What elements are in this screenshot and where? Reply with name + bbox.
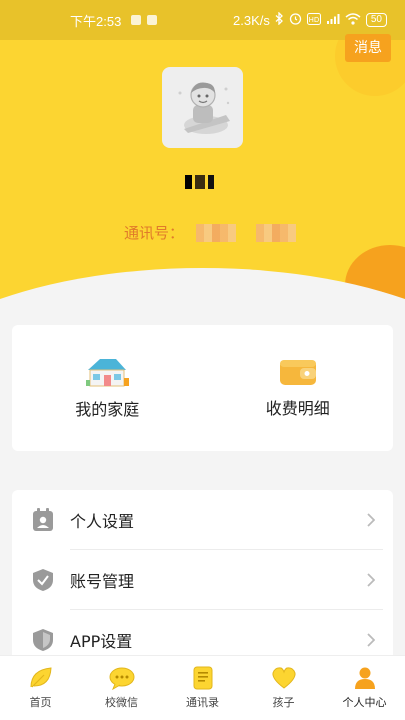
person-icon: [354, 667, 375, 689]
my-family-button[interactable]: 我的家庭: [12, 325, 203, 451]
list-item-account-management[interactable]: 账号管理: [12, 550, 393, 610]
messages-button[interactable]: 消息: [345, 34, 391, 62]
status-time: 下午2:53: [70, 13, 122, 29]
tab-children-label: 孩子: [272, 696, 295, 709]
notification-icon-2: [147, 15, 158, 25]
contacts-book-icon: [193, 666, 212, 690]
tab-personal-center-label: 个人中心: [342, 696, 387, 709]
hd-icon: HD: [306, 12, 321, 28]
wallet-icon: [279, 360, 316, 385]
tab-contacts-label: 通讯录: [186, 696, 219, 709]
house-icon: [86, 359, 130, 387]
tab-school-wechat[interactable]: 校微信: [81, 656, 162, 720]
user-name-redacted: [185, 174, 225, 190]
list-item-app-settings[interactable]: APP设置: [12, 610, 393, 660]
tab-home-label: 首页: [29, 696, 52, 709]
notification-icon: [131, 15, 142, 25]
bottom-tab-bar: 首页 校微信 通讯录 孩子 个人中心: [0, 655, 405, 720]
leaf-icon: [30, 667, 52, 688]
fee-details-button[interactable]: 收费明细: [203, 325, 394, 451]
cartoon-boy-avatar-icon: [178, 81, 230, 134]
account-number-redacted: [196, 223, 297, 242]
personal-settings-label: 个人设置: [70, 512, 135, 531]
account-management-label: 账号管理: [70, 572, 135, 591]
list-item-personal-settings[interactable]: 个人设置: [12, 490, 393, 550]
tab-children[interactable]: 孩子: [243, 656, 324, 720]
wifi-icon: [345, 12, 361, 28]
alarm-icon: [289, 12, 302, 28]
avatar[interactable]: [162, 67, 243, 148]
calendar-person-icon: [32, 508, 54, 532]
quick-actions-card: 我的家庭 收费明细: [12, 325, 393, 451]
settings-list-card: 个人设置 账号管理 APP设置: [12, 490, 393, 660]
tab-home[interactable]: 首页: [0, 656, 81, 720]
battery-indicator: 50: [365, 13, 387, 27]
my-family-label: 我的家庭: [75, 400, 140, 419]
shield-icon: [32, 628, 54, 652]
svg-text:HD: HD: [309, 16, 320, 24]
signal-icon: [326, 13, 340, 28]
tab-school-wechat-label: 校微信: [105, 696, 138, 709]
app-settings-label: APP设置: [70, 632, 133, 651]
header-curve: [0, 268, 405, 300]
chat-bubble-icon: [109, 667, 134, 690]
shield-check-icon: [32, 568, 54, 592]
network-speed: 2.3K/s: [233, 12, 270, 28]
heart-icon: [271, 667, 296, 689]
chevron-right-icon: [367, 572, 376, 591]
bluetooth-icon: [275, 11, 284, 28]
account-label: 通讯号：: [124, 224, 185, 242]
chevron-right-icon: [367, 632, 376, 651]
tab-contacts[interactable]: 通讯录: [162, 656, 243, 720]
fee-details-label: 收费明细: [265, 399, 330, 418]
chevron-right-icon: [367, 512, 376, 531]
account-number-row: 通讯号：: [124, 222, 297, 243]
tab-personal-center[interactable]: 个人中心: [324, 656, 405, 720]
status-bar: 下午2:53 2.3K/s HD 50: [0, 0, 405, 40]
